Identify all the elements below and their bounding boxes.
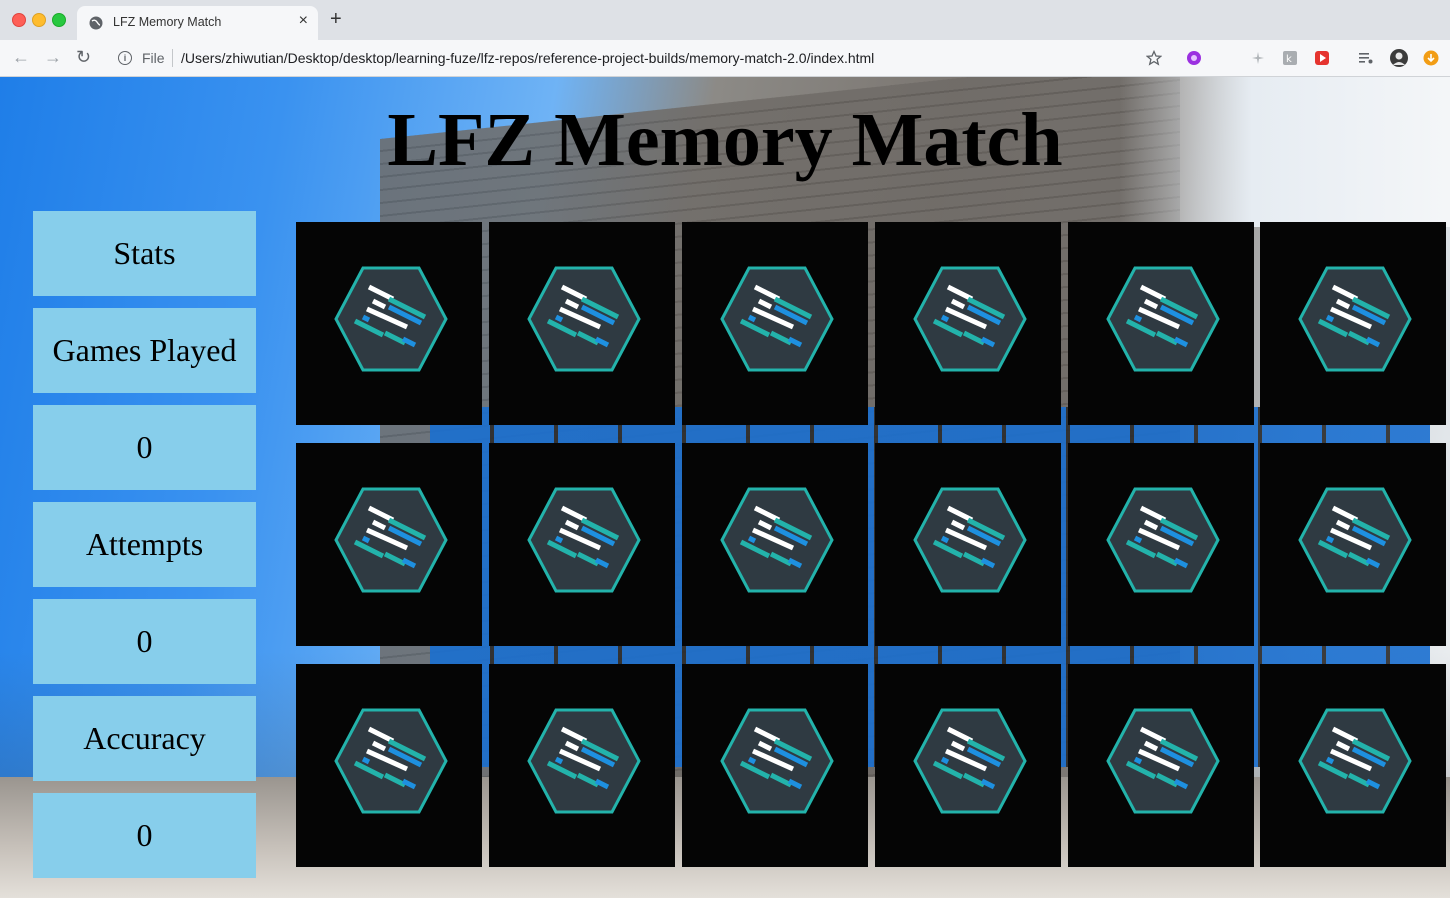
memory-card[interactable] — [1260, 443, 1446, 646]
stats-header: Stats — [33, 211, 256, 296]
memory-card[interactable] — [1068, 443, 1254, 646]
lfz-hexagon-logo-icon — [527, 266, 641, 372]
lfz-hexagon-logo-icon — [1298, 266, 1412, 372]
memory-card[interactable] — [489, 222, 675, 425]
media-queue-icon[interactable] — [1358, 50, 1374, 66]
profile-avatar-icon[interactable] — [1390, 49, 1408, 67]
lfz-hexagon-logo-icon — [913, 487, 1027, 593]
back-arrow-icon[interactable]: ← — [12, 47, 30, 67]
page-title: LFZ Memory Match — [387, 98, 1063, 182]
address-bar[interactable]: /Users/zhiwutian/Desktop/desktop/learnin… — [181, 50, 874, 66]
memory-card[interactable] — [682, 222, 868, 425]
memory-card[interactable] — [682, 443, 868, 646]
lfz-hexagon-logo-icon — [1298, 487, 1412, 593]
memory-card[interactable] — [296, 664, 482, 867]
lfz-hexagon-logo-icon — [1106, 487, 1220, 593]
lfz-hexagon-logo-icon — [1106, 266, 1220, 372]
memory-card[interactable] — [489, 443, 675, 646]
reload-icon[interactable]: ↻ — [76, 47, 91, 67]
attempts-value: 0 — [33, 599, 256, 684]
lfz-hexagon-logo-icon — [527, 487, 641, 593]
address-divider — [172, 49, 173, 67]
extension-purple-icon[interactable] — [1186, 50, 1202, 66]
lfz-hexagon-logo-icon — [527, 708, 641, 814]
memory-card[interactable] — [1260, 222, 1446, 425]
window-maximize-button[interactable] — [52, 13, 66, 27]
memory-card[interactable] — [489, 664, 675, 867]
lfz-hexagon-logo-icon — [334, 266, 448, 372]
memory-card[interactable] — [875, 222, 1061, 425]
memory-card[interactable] — [1068, 222, 1254, 425]
extension-gray-icon[interactable]: k — [1282, 50, 1298, 66]
games-played-label: Games Played — [33, 308, 256, 393]
globe-icon — [89, 16, 103, 30]
lfz-hexagon-logo-icon — [720, 266, 834, 372]
accuracy-value: 0 — [33, 793, 256, 878]
update-orange-icon[interactable] — [1423, 50, 1439, 66]
memory-card[interactable] — [1068, 664, 1254, 867]
memory-card[interactable] — [875, 664, 1061, 867]
forward-arrow-icon[interactable]: → — [44, 47, 62, 67]
memory-card[interactable] — [875, 443, 1061, 646]
lfz-hexagon-logo-icon — [913, 708, 1027, 814]
new-tab-button[interactable]: + — [330, 9, 342, 29]
extension-red-icon[interactable] — [1314, 50, 1330, 66]
attempts-label: Attempts — [33, 502, 256, 587]
lfz-hexagon-logo-icon — [1106, 708, 1220, 814]
browser-toolbar: ← → ↻ i File /Users/zhiwutian/Desktop/de… — [0, 40, 1450, 77]
page-viewport: LFZ Memory Match Stats Games Played 0 At… — [0, 77, 1450, 898]
bookmark-star-icon[interactable] — [1146, 50, 1162, 66]
info-icon[interactable]: i — [118, 51, 132, 65]
games-played-value: 0 — [33, 405, 256, 490]
window-close-button[interactable] — [12, 13, 26, 27]
extension-sparkle-icon[interactable] — [1250, 50, 1266, 66]
window-minimize-button[interactable] — [32, 13, 46, 27]
lfz-hexagon-logo-icon — [720, 487, 834, 593]
lfz-hexagon-logo-icon — [720, 708, 834, 814]
tab-title: LFZ Memory Match — [113, 15, 222, 29]
memory-card[interactable] — [296, 443, 482, 646]
lfz-hexagon-logo-icon — [334, 487, 448, 593]
accuracy-label: Accuracy — [33, 696, 256, 781]
memory-card[interactable] — [296, 222, 482, 425]
lfz-hexagon-logo-icon — [334, 708, 448, 814]
browser-tab-bar: LFZ Memory Match × + — [0, 0, 1450, 40]
memory-card[interactable] — [1260, 664, 1446, 867]
svg-text:k: k — [1286, 54, 1292, 65]
address-scheme-label: File — [142, 50, 165, 66]
browser-tab[interactable]: LFZ Memory Match × — [77, 6, 318, 40]
tab-close-icon[interactable]: × — [299, 12, 308, 30]
lfz-hexagon-logo-icon — [1298, 708, 1412, 814]
memory-card[interactable] — [682, 664, 868, 867]
lfz-hexagon-logo-icon — [913, 266, 1027, 372]
